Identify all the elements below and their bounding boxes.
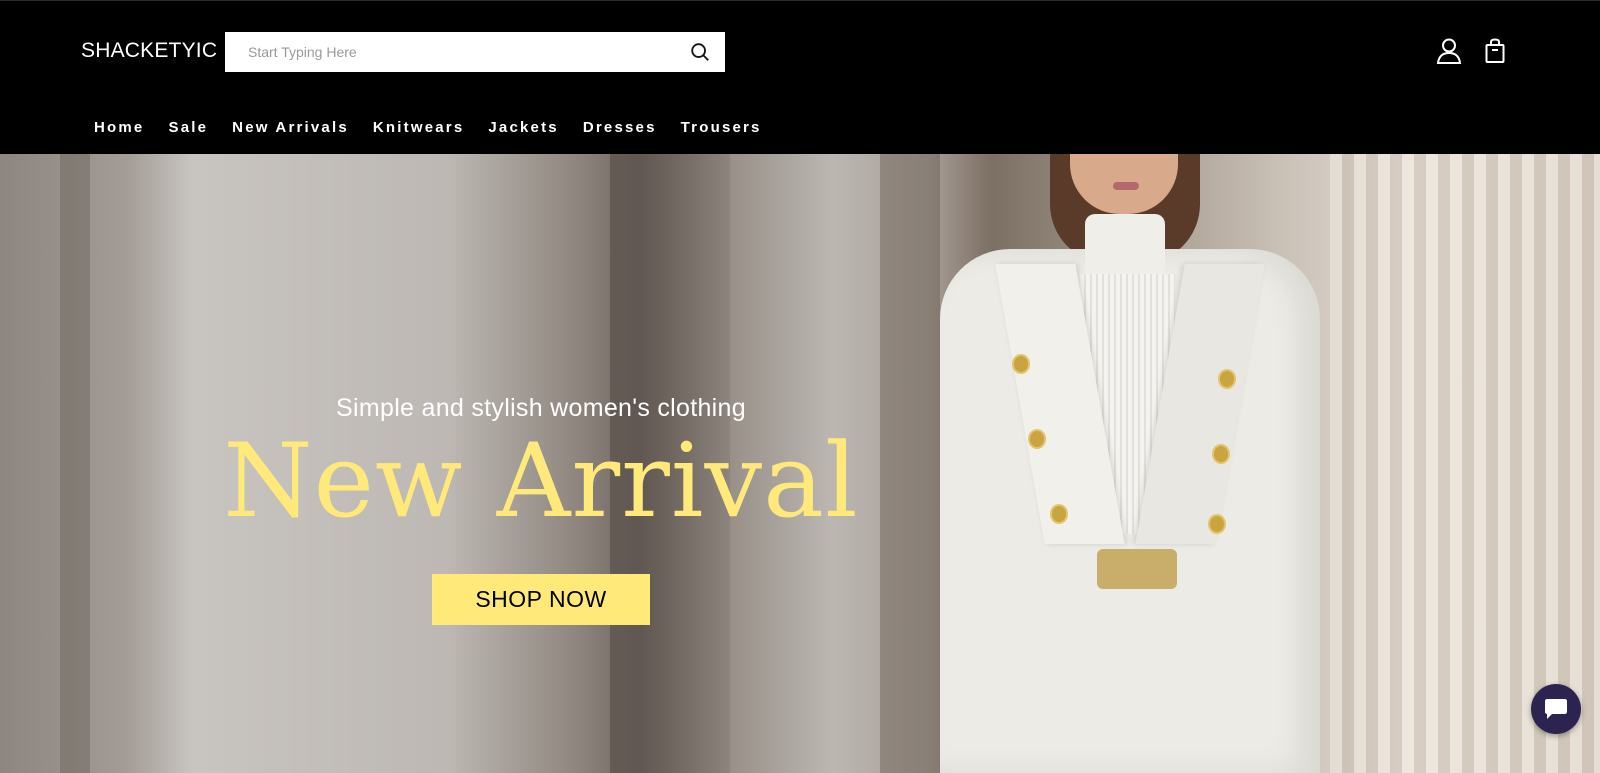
header-actions [1436, 37, 1508, 65]
search-bar [225, 32, 725, 72]
nav-item-home[interactable]: Home [94, 119, 144, 136]
main-nav: Home Sale New Arrivals Knitwears Jackets… [94, 119, 786, 136]
search-input[interactable] [225, 32, 665, 72]
blazer-button [1212, 444, 1230, 464]
nav-item-knitwears[interactable]: Knitwears [373, 119, 465, 136]
nav-item-jackets[interactable]: Jackets [488, 119, 558, 136]
search-icon[interactable] [687, 39, 713, 65]
model-lips [1113, 182, 1139, 190]
chat-bubble-icon[interactable] [1531, 684, 1581, 734]
site-logo[interactable]: SHACKETYIC [81, 39, 217, 63]
hero-banner: Simple and stylish women's clothing New … [0, 154, 1600, 773]
site-header: SHACKETYIC Home Sale New Arrivals Knitwe… [0, 0, 1600, 154]
background-arcade [1330, 154, 1600, 773]
nav-item-trousers[interactable]: Trousers [681, 119, 762, 136]
model-belt [1097, 549, 1177, 589]
shopping-bag-icon[interactable] [1482, 37, 1508, 65]
user-icon[interactable] [1436, 37, 1462, 65]
nav-item-sale[interactable]: Sale [168, 119, 208, 136]
hero-subtitle: Simple and stylish women's clothing [336, 394, 746, 422]
shop-now-button[interactable]: SHOP NOW [432, 574, 650, 625]
nav-item-new-arrivals[interactable]: New Arrivals [232, 119, 349, 136]
hero-title: New Arrival [223, 422, 859, 541]
blazer-button [1218, 369, 1236, 389]
blazer-button [1012, 354, 1030, 374]
hero-text-block: Simple and stylish women's clothing New … [0, 394, 1082, 541]
blazer-button [1208, 514, 1226, 534]
nav-item-dresses[interactable]: Dresses [583, 119, 657, 136]
